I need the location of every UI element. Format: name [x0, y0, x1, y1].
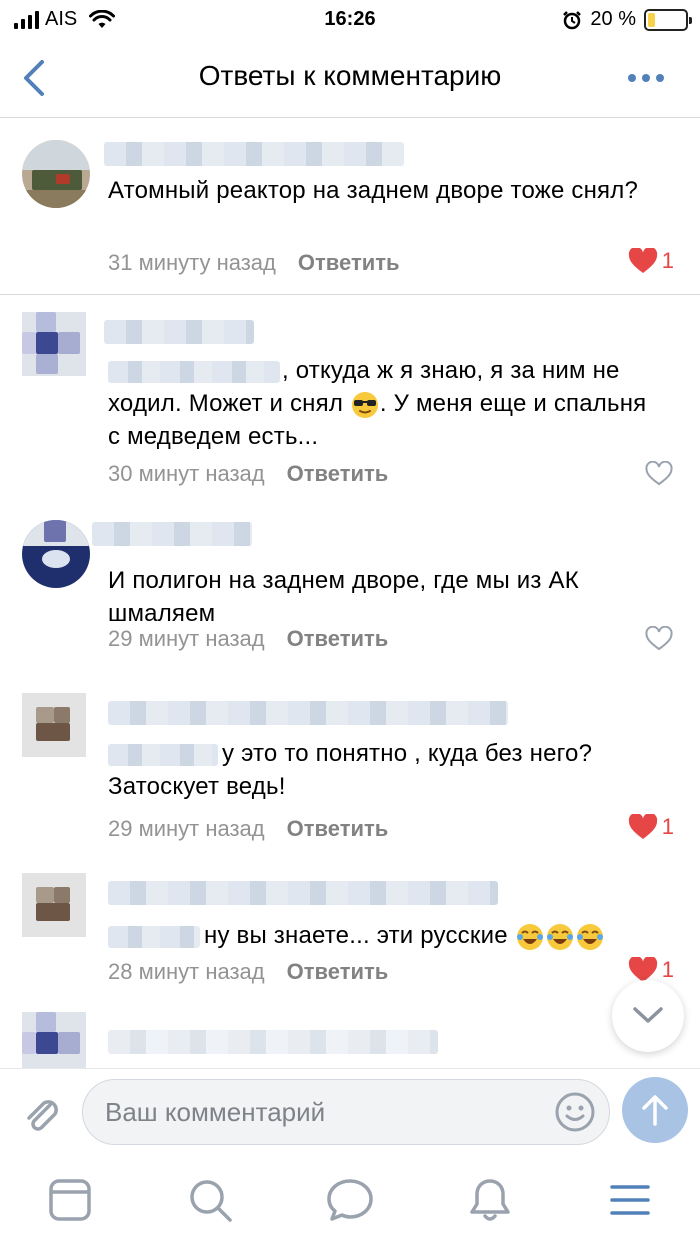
reply-button[interactable]: Ответить [287, 461, 389, 487]
heart-outline-icon [645, 461, 673, 486]
crying-laughing-emoji-icon [576, 923, 603, 950]
comment-text: Атомный реактор на заднем дворе тоже сня… [108, 177, 638, 204]
attach-icon[interactable] [20, 1093, 62, 1135]
comment-item: у это то понятно , куда без него? Затоск… [0, 671, 700, 851]
arrow-up-icon [642, 1095, 668, 1126]
more-options-button[interactable] [628, 68, 670, 88]
page-title: Ответы к комментарию [198, 60, 502, 91]
reply-button[interactable]: Ответить [298, 250, 400, 276]
author-name[interactable] [104, 142, 404, 166]
comment-text: И полигон на заднем дворе, где мы из АК … [108, 567, 579, 627]
comment-text-block: у это то понятно , куда без него? Затоск… [108, 737, 660, 803]
like-button[interactable]: 1 [628, 248, 674, 274]
author-name[interactable] [108, 701, 508, 725]
comment-time: 30 минут назад [108, 461, 265, 486]
comment-time: 31 минуту назад [108, 250, 276, 275]
chevron-down-icon [633, 1007, 663, 1023]
reply-button[interactable]: Ответить [287, 816, 389, 842]
heart-filled-icon [628, 957, 657, 982]
battery-icon [644, 8, 692, 31]
dot-icon [628, 74, 636, 82]
comment-item: И полигон на заднем дворе, где мы из АК … [0, 506, 700, 671]
avatar[interactable] [22, 140, 90, 208]
comment-time: 29 минут назад [108, 626, 265, 651]
heart-filled-icon [628, 248, 657, 273]
comment-item: , откуда ж я знаю, я за ним не ходил. Мо… [0, 296, 700, 506]
author-name[interactable] [92, 522, 252, 546]
navigation-bar: Ответы к комментарию [0, 40, 700, 118]
author-name[interactable] [104, 320, 254, 344]
messages-icon[interactable] [326, 1176, 374, 1224]
avatar[interactable] [22, 693, 86, 757]
avatar[interactable] [22, 873, 86, 937]
alarm-icon [563, 10, 582, 29]
comment-text-block: , откуда ж я знаю, я за ним не ходил. Мо… [108, 354, 660, 453]
mentioned-user[interactable] [108, 925, 200, 948]
comments-list: Атомный реактор на заднем дворе тоже сня… [0, 118, 700, 1068]
like-button[interactable] [644, 626, 674, 652]
send-button[interactable] [622, 1077, 688, 1143]
scroll-to-bottom-button[interactable] [612, 980, 684, 1052]
tab-bar [0, 1156, 700, 1245]
mentioned-user[interactable] [108, 360, 280, 383]
like-button[interactable]: 1 [628, 814, 674, 840]
like-count: 1 [661, 248, 674, 273]
comment-input[interactable]: Ваш комментарий [82, 1079, 610, 1145]
crying-laughing-emoji-icon [516, 923, 543, 950]
dot-icon [642, 74, 650, 82]
search-icon[interactable] [186, 1176, 234, 1224]
notifications-icon[interactable] [466, 1176, 514, 1224]
like-button[interactable]: 1 [628, 957, 674, 983]
comment-input-placeholder: Ваш комментарий [105, 1097, 326, 1127]
avatar[interactable] [22, 520, 90, 588]
avatar[interactable] [22, 312, 86, 376]
like-button[interactable] [644, 461, 674, 487]
comment-text-block: ну вы знаете... эти русские [108, 919, 660, 952]
comment-composer: Ваш комментарий [0, 1068, 700, 1156]
comment-text: ну вы знаете... эти русские [204, 922, 508, 949]
reply-button[interactable]: Ответить [287, 626, 389, 652]
battery-percentage: 20 % [590, 8, 636, 30]
heart-filled-icon [628, 814, 657, 839]
emoji-picker-icon[interactable] [553, 1090, 597, 1134]
comment-time: 28 минут назад [108, 959, 265, 984]
comment-item: Атомный реактор на заднем дворе тоже сня… [0, 118, 700, 295]
author-name[interactable] [108, 881, 498, 905]
reply-button[interactable]: Ответить [287, 959, 389, 985]
sunglasses-emoji-icon [351, 391, 378, 418]
comment-item: ну вы знаете... эти русские 28 минут наз… [0, 851, 700, 996]
status-bar: AIS 16:26 20 % [0, 0, 700, 40]
heart-outline-icon [645, 626, 673, 651]
author-name[interactable] [108, 1030, 438, 1054]
news-icon[interactable] [46, 1176, 94, 1224]
like-count: 1 [661, 814, 674, 839]
dot-icon [656, 74, 664, 82]
mentioned-user[interactable] [108, 743, 218, 766]
avatar[interactable] [22, 1012, 86, 1068]
comment-time: 29 минут назад [108, 816, 265, 841]
menu-icon[interactable] [606, 1176, 654, 1224]
like-count: 1 [661, 957, 674, 982]
comment-item [0, 996, 700, 1068]
crying-laughing-emoji-icon [546, 923, 573, 950]
